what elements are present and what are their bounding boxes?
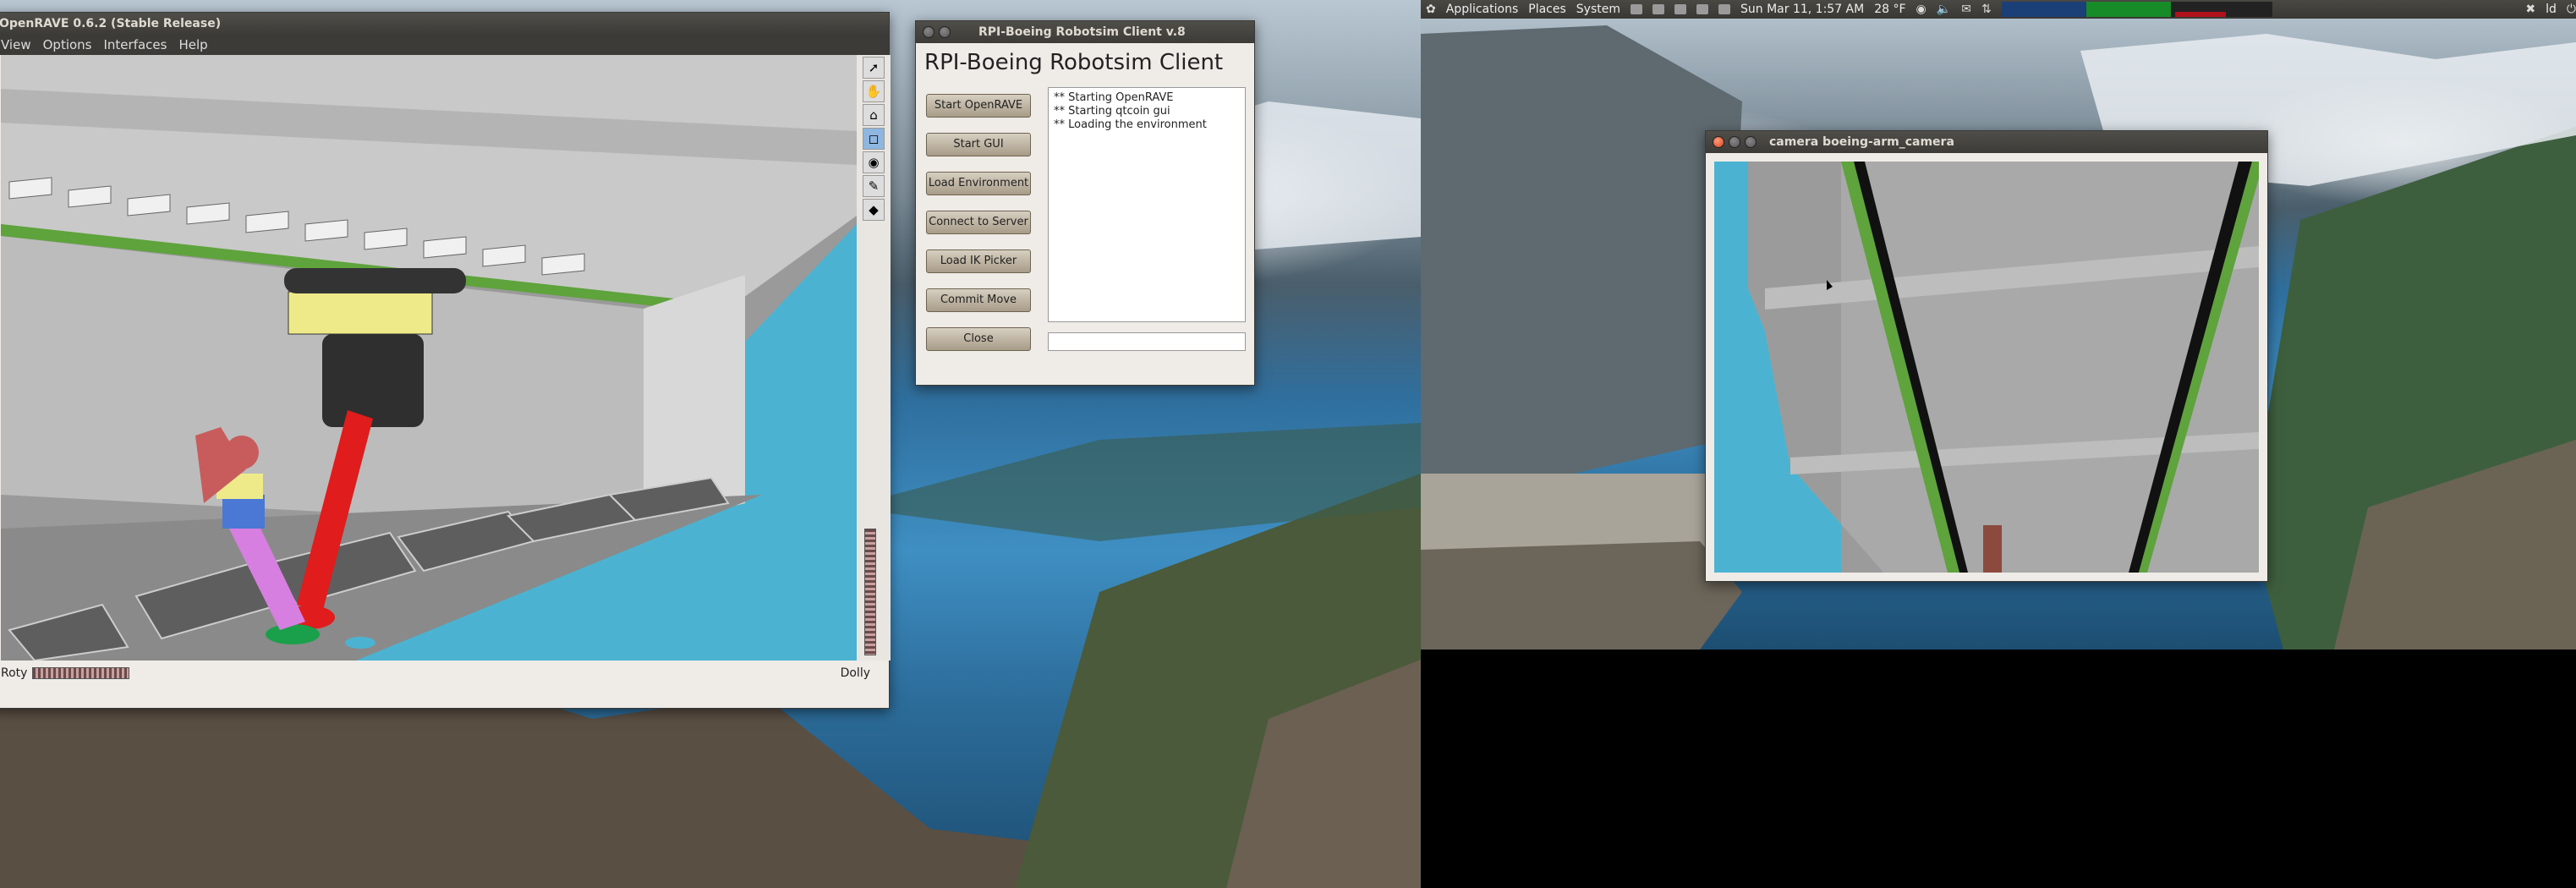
roty-label: Roty bbox=[1, 666, 28, 680]
top-panel: ✿ Applications Places System Sun Mar 11,… bbox=[1421, 0, 2576, 19]
viewer-status-row: Roty Dolly bbox=[1, 664, 891, 682]
browser-launcher-icon[interactable] bbox=[1652, 4, 1664, 14]
menu-view[interactable]: View bbox=[1, 37, 31, 52]
camera-titlebar[interactable]: camera boeing-arm_camera bbox=[1706, 131, 2267, 153]
window-minimize-icon[interactable] bbox=[939, 26, 951, 38]
clock[interactable]: Sun Mar 11, 1:57 AM bbox=[1740, 3, 1864, 16]
load-ik-picker-button[interactable]: Load IK Picker bbox=[926, 249, 1031, 273]
power-icon[interactable]: ⏻ bbox=[2567, 3, 2576, 16]
openrave-title: OpenRAVE 0.6.2 (Stable Release) bbox=[0, 17, 222, 30]
openrave-titlebar[interactable]: OpenRAVE 0.6.2 (Stable Release) bbox=[0, 13, 889, 35]
log-line: ** Starting OpenRAVE bbox=[1054, 91, 1174, 104]
close-button[interactable]: Close bbox=[926, 327, 1031, 351]
menu-interfaces[interactable]: Interfaces bbox=[104, 37, 167, 52]
command-input[interactable] bbox=[1048, 332, 1246, 351]
window-close-icon[interactable] bbox=[1713, 136, 1724, 148]
view-all-icon[interactable]: ◻ bbox=[863, 128, 885, 150]
eye-icon[interactable]: ◉ bbox=[863, 151, 885, 173]
menu-applications[interactable]: Applications bbox=[1446, 3, 1519, 16]
client-log[interactable]: ** Starting OpenRAVE ** Starting qtcoin … bbox=[1048, 87, 1246, 322]
openrave-menubar: View Options Interfaces Help bbox=[0, 35, 889, 55]
select-arrow-icon[interactable]: ➚ bbox=[863, 57, 885, 79]
menu-places[interactable]: Places bbox=[1528, 3, 1566, 16]
user-name[interactable]: ld bbox=[2546, 3, 2557, 16]
hand-icon[interactable]: ✋ bbox=[863, 80, 885, 102]
perspective-icon[interactable]: ◆ bbox=[863, 199, 885, 221]
seek-icon[interactable]: ✎ bbox=[863, 175, 885, 197]
weather[interactable]: 28 °F bbox=[1874, 3, 1905, 16]
home-icon[interactable]: ⌂ bbox=[863, 104, 885, 126]
client-window-title: RPI-Boeing Robotsim Client v.8 bbox=[978, 25, 1186, 39]
start-gui-button[interactable]: Start GUI bbox=[926, 133, 1031, 156]
ubuntu-logo-icon[interactable]: ✿ bbox=[1426, 3, 1436, 16]
terminal-launcher-icon[interactable] bbox=[1631, 4, 1642, 14]
window-minimize-icon[interactable] bbox=[1729, 136, 1740, 148]
zoom-thumbwheel[interactable] bbox=[864, 529, 876, 655]
client-titlebar[interactable]: RPI-Boeing Robotsim Client v.8 bbox=[916, 21, 1254, 43]
start-openrave-button[interactable]: Start OpenRAVE bbox=[926, 94, 1031, 118]
menu-options[interactable]: Options bbox=[43, 37, 92, 52]
commit-move-button[interactable]: Commit Move bbox=[926, 288, 1031, 312]
volume-icon[interactable]: 🔈 bbox=[1937, 3, 1951, 16]
connect-to-server-button[interactable]: Connect to Server bbox=[926, 211, 1031, 234]
menu-help[interactable]: Help bbox=[178, 37, 207, 52]
system-monitor-graph bbox=[2001, 2, 2272, 17]
openrave-window[interactable]: OpenRAVE 0.6.2 (Stable Release) View Opt… bbox=[0, 12, 891, 709]
session-close-icon[interactable]: ✖ bbox=[2525, 3, 2535, 16]
client-button-column: Start OpenRAVE Start GUI Load Environmen… bbox=[926, 94, 1034, 366]
camera-window-title: camera boeing-arm_camera bbox=[1769, 135, 1954, 149]
client-heading: RPI-Boeing Robotsim Client bbox=[924, 50, 1224, 75]
dolly-label: Dolly bbox=[840, 666, 870, 680]
camera-feed bbox=[1714, 162, 2259, 573]
log-line: ** Loading the environment bbox=[1054, 118, 1207, 131]
desktop: ✿ Applications Places System Sun Mar 11,… bbox=[0, 0, 2576, 888]
mail-icon[interactable]: ✉ bbox=[1961, 3, 1971, 16]
editor-launcher-icon[interactable] bbox=[1696, 4, 1708, 14]
window-maximize-icon[interactable] bbox=[1745, 136, 1757, 148]
camera-window[interactable]: camera boeing-arm_camera bbox=[1705, 130, 2268, 582]
client-window[interactable]: RPI-Boeing Robotsim Client v.8 RPI-Boein… bbox=[915, 20, 1255, 386]
log-line: ** Starting qtcoin gui bbox=[1054, 105, 1170, 118]
window-list-icon[interactable] bbox=[1718, 4, 1730, 14]
load-environment-button[interactable]: Load Environment bbox=[926, 172, 1031, 195]
network-icon[interactable]: ◉ bbox=[1916, 3, 1927, 16]
openrave-3d-viewport[interactable] bbox=[1, 55, 857, 661]
files-launcher-icon[interactable] bbox=[1674, 4, 1686, 14]
menu-system[interactable]: System bbox=[1576, 3, 1620, 16]
window-close-icon[interactable] bbox=[923, 26, 934, 38]
network-transfer-icon: ⇅ bbox=[1981, 3, 1992, 16]
roty-thumbwheel[interactable] bbox=[32, 667, 130, 679]
